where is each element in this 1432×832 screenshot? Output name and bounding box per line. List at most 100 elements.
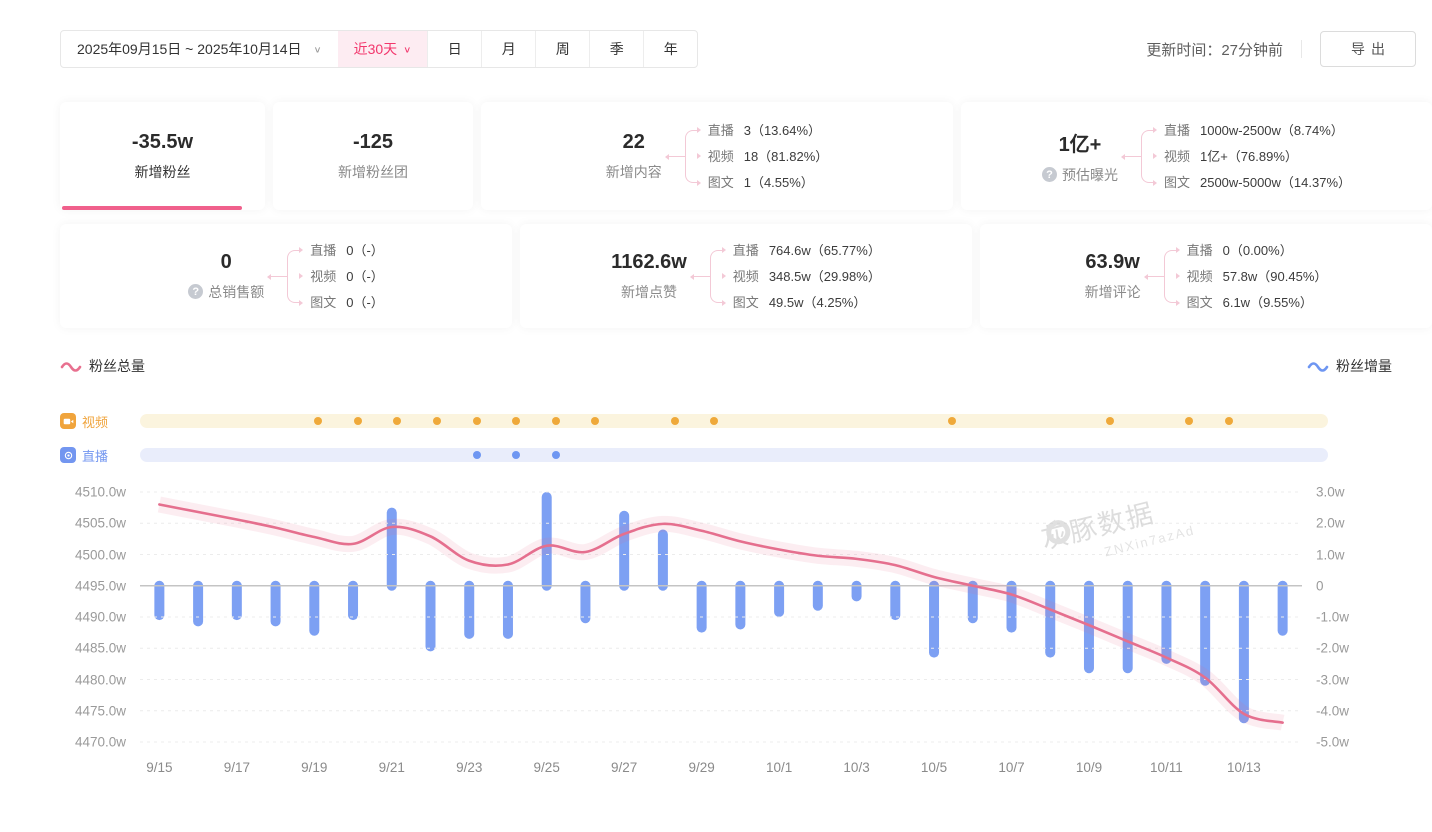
stat-value: 1162.6w <box>611 251 687 274</box>
video-marker-dot[interactable] <box>1185 417 1193 425</box>
video-marker-dot[interactable] <box>512 417 520 425</box>
y-axis-right-label: 2.0w <box>1316 516 1345 531</box>
stat-label: 新增评论 <box>1085 282 1141 302</box>
video-marker-dot[interactable] <box>314 417 322 425</box>
breakdown-label: 图文 <box>708 173 734 192</box>
video-marker-dot[interactable] <box>473 417 481 425</box>
breakdown-label: 视频 <box>310 267 336 286</box>
video-marker-dot[interactable] <box>1225 417 1233 425</box>
breakdown-value: 1（4.55%） <box>744 173 814 192</box>
stat-card-total-sales[interactable]: 0 ?总销售额 直播0（-） 视频0（-） 图文0（-） <box>60 224 512 328</box>
video-marker-dot[interactable] <box>710 417 718 425</box>
breakdown-connector <box>1132 117 1156 196</box>
stat-card-new-likes[interactable]: 1162.6w 新增点赞 直播764.6w（65.77%） 视频348.5w（2… <box>520 224 972 328</box>
tab-quarter[interactable]: 季 <box>589 31 643 67</box>
stat-value: 22 <box>606 131 662 154</box>
breakdown-label: 直播 <box>1187 241 1213 260</box>
fans-delta-bar[interactable] <box>154 581 164 620</box>
y-axis-right-label: 0 <box>1316 578 1324 593</box>
stat-card-new-content[interactable]: 22 新增内容 直播3（13.64%） 视频18（81.82%） 图文1（4.5… <box>481 102 953 210</box>
breakdown-value: 0（-） <box>346 267 384 286</box>
chart-plot: 灰豚数据 ZNXin7azAd <box>140 492 1302 742</box>
tab-label: 季 <box>610 39 624 59</box>
video-marker-dot[interactable] <box>948 417 956 425</box>
breakdown-value: 57.8w（90.45%） <box>1223 267 1328 286</box>
y-axis-right-label: -1.0w <box>1316 610 1349 625</box>
breakdown-label: 直播 <box>1164 121 1190 140</box>
legend-total-fans[interactable]: 粉丝总量 <box>60 356 145 376</box>
fans-delta-bar[interactable] <box>697 581 707 633</box>
tab-week[interactable]: 周 <box>535 31 589 67</box>
update-time: 更新时间：27分钟前 <box>1146 39 1283 60</box>
fans-delta-bar[interactable] <box>852 581 862 602</box>
tab-day[interactable]: 日 <box>427 31 481 67</box>
live-marker-dot[interactable] <box>473 451 481 459</box>
legend-fans-delta[interactable]: 粉丝增量 <box>1307 356 1392 376</box>
fans-delta-bar[interactable] <box>890 581 900 620</box>
breakdown-value: 0（-） <box>346 293 384 312</box>
breakdown-connector <box>676 117 700 196</box>
fans-delta-bar[interactable] <box>735 581 745 630</box>
export-button[interactable]: 导出 <box>1320 31 1416 67</box>
y-axis-right-label: -4.0w <box>1316 703 1349 718</box>
breakdown-row: 直播3（13.64%） <box>708 121 829 140</box>
help-icon[interactable]: ? <box>1042 167 1057 182</box>
stat-card-new-fan-club[interactable]: -125 新增粉丝团 <box>273 102 473 210</box>
quick-range-30d[interactable]: 近30天 ∨ <box>338 31 428 67</box>
stat-value: 1亿+ <box>1042 128 1118 157</box>
live-marker-dot[interactable] <box>512 451 520 459</box>
video-marker-dot[interactable] <box>354 417 362 425</box>
breakdown-row: 直播 1000w-2500w（8.74%） <box>1164 121 1351 140</box>
timeline-live-row: 直播 <box>60 444 1392 466</box>
fans-delta-bar[interactable] <box>503 581 513 639</box>
y-axis-left-label: 4500.0w <box>75 547 126 562</box>
x-axis-label: 9/29 <box>688 760 714 775</box>
breakdown-value: 1000w-2500w（8.74%） <box>1200 121 1344 140</box>
x-axis-label: 9/23 <box>456 760 482 775</box>
video-timeline-track <box>140 414 1328 428</box>
quick-range-label: 近30天 <box>354 39 398 59</box>
breakdown-connector <box>278 237 302 316</box>
fans-delta-bar[interactable] <box>232 581 242 620</box>
chevron-down-icon: ∨ <box>403 44 411 54</box>
fans-delta-bar[interactable] <box>271 581 281 627</box>
breakdown-value: 764.6w（65.77%） <box>769 241 881 260</box>
video-marker-dot[interactable] <box>671 417 679 425</box>
tab-month[interactable]: 月 <box>481 31 535 67</box>
fans-delta-bar[interactable] <box>658 530 668 591</box>
stat-card-new-comments[interactable]: 63.9w 新增评论 直播0（0.00%） 视频57.8w（90.45%） 图文… <box>980 224 1432 328</box>
video-marker-dot[interactable] <box>591 417 599 425</box>
breakdown-label: 图文 <box>733 293 759 312</box>
video-marker-dot[interactable] <box>1106 417 1114 425</box>
fans-delta-bar[interactable] <box>309 581 319 636</box>
fans-delta-bar[interactable] <box>426 581 436 652</box>
y-axis-left-label: 4475.0w <box>75 703 126 718</box>
breakdown-row: 图文2500w-5000w（14.37%） <box>1164 173 1351 192</box>
fans-delta-bar[interactable] <box>1123 581 1133 674</box>
fans-delta-bar[interactable] <box>464 581 474 639</box>
fans-delta-bar[interactable] <box>1278 581 1288 636</box>
x-axis-label: 9/19 <box>301 760 327 775</box>
video-marker-dot[interactable] <box>393 417 401 425</box>
breakdown-label: 直播 <box>733 241 759 260</box>
y-axis-right-label: 3.0w <box>1316 485 1345 500</box>
fans-delta-bar[interactable] <box>348 581 358 620</box>
video-marker-dot[interactable] <box>433 417 441 425</box>
fans-delta-bar[interactable] <box>193 581 203 627</box>
video-marker-dot[interactable] <box>552 417 560 425</box>
stat-label: 新增点赞 <box>621 282 677 302</box>
x-axis: 9/159/179/199/219/239/259/279/2910/110/3… <box>140 750 1302 780</box>
date-range-picker[interactable]: 2025年09月15日 ~ 2025年10月14日 ∨ <box>61 31 338 67</box>
fans-delta-bar[interactable] <box>929 581 939 658</box>
stat-label: 新增内容 <box>606 162 662 182</box>
live-marker-dot[interactable] <box>552 451 560 459</box>
fan-trend-chart: 视频 直播 4510.0w4505.0w4500.0w4495.0w4490.0… <box>60 410 1392 780</box>
tab-year[interactable]: 年 <box>643 31 697 67</box>
breakdown-value: 3（13.64%） <box>744 121 821 140</box>
help-icon[interactable]: ? <box>188 284 203 299</box>
stat-card-new-fans[interactable]: -35.5w 新增粉丝 <box>60 102 265 210</box>
active-tab-indicator <box>62 206 242 210</box>
x-axis-label: 9/17 <box>224 760 250 775</box>
breakdown-connector <box>701 237 725 316</box>
stat-card-estimated-exposure[interactable]: 1亿+ ?预估曝光 直播1000w-2500w（8.74%） 视频1亿+（76.… <box>961 102 1432 210</box>
